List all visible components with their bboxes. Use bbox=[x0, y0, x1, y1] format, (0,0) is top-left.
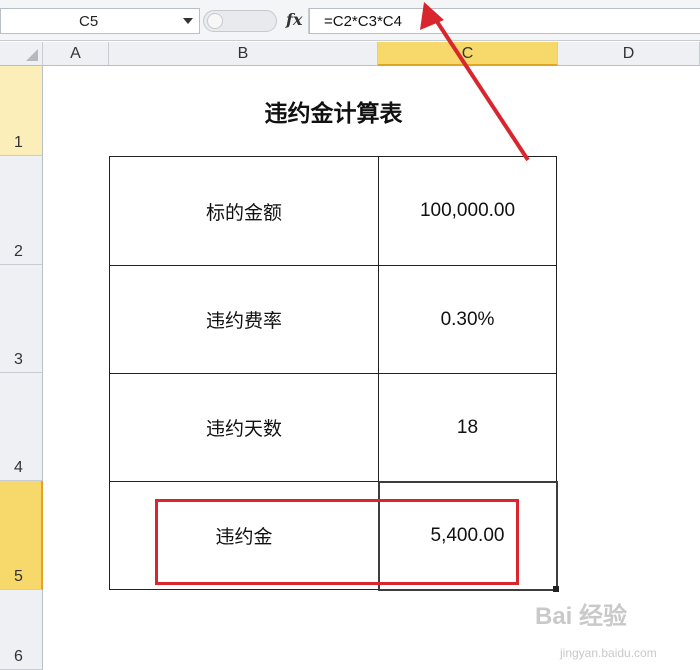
watermark-logo: Bai 经验 bbox=[535, 603, 628, 630]
annotation-arrow-icon bbox=[420, 2, 530, 162]
watermark-url: jingyan.baidu.com bbox=[560, 646, 657, 660]
